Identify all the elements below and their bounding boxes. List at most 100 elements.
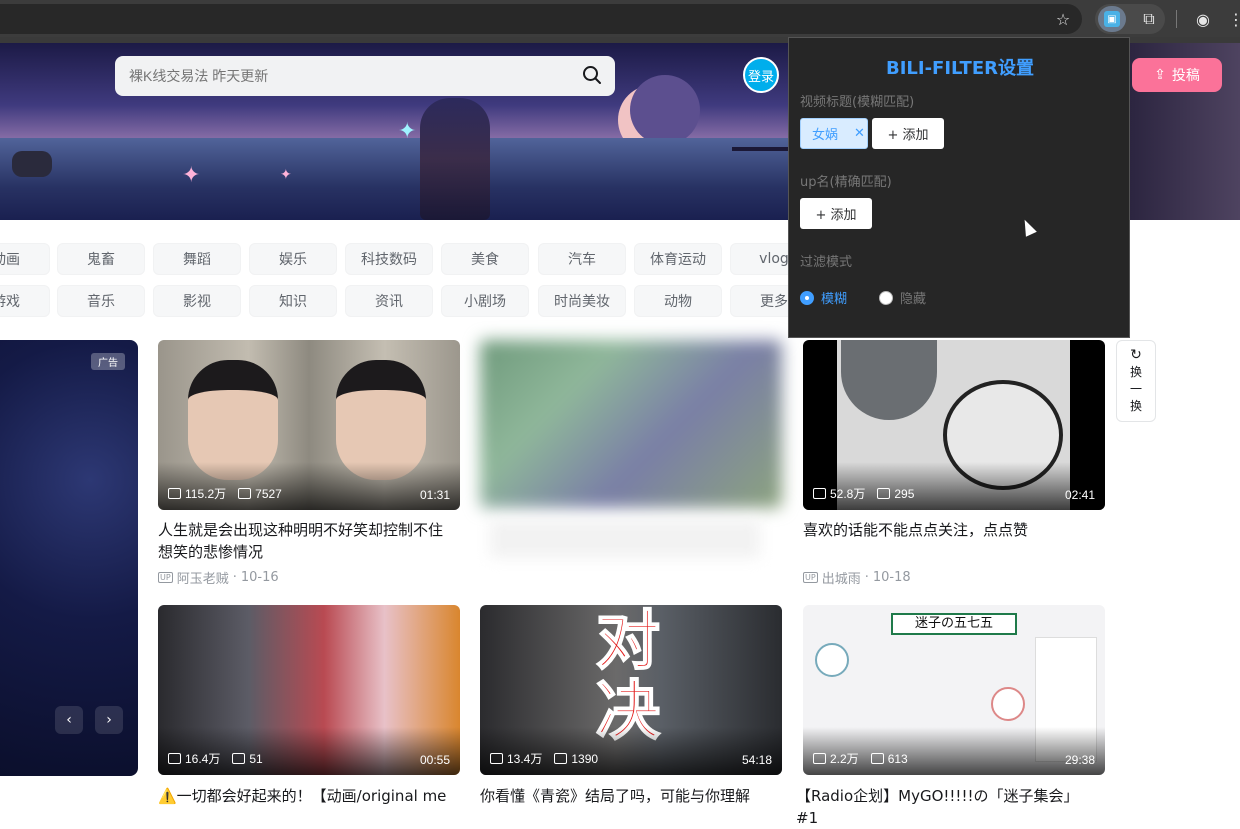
video-thumbnail[interactable]: 16.4万 51 00:55 <box>158 605 460 775</box>
category-chip[interactable]: 影视 <box>153 285 241 317</box>
category-chip[interactable]: 娱乐 <box>249 243 337 275</box>
danmaku-count: 613 <box>887 751 908 766</box>
danmaku-icon <box>554 752 568 764</box>
category-chip[interactable]: 小剧场 <box>441 285 529 317</box>
banner-character <box>420 98 490 220</box>
search-input[interactable] <box>129 65 569 87</box>
tag-label: 女娲 <box>812 128 839 143</box>
thumb-avatar <box>815 643 849 677</box>
meta-separator: · <box>864 570 869 585</box>
close-icon[interactable]: ✕ <box>854 126 865 141</box>
upload-label: 投稿 <box>1171 68 1200 84</box>
carousel-prev-button[interactable]: ‹ <box>55 706 83 734</box>
danmaku-count: 1390 <box>571 751 599 766</box>
category-chip[interactable]: 科技数码 <box>345 243 433 275</box>
video-stats: 115.2万 7527 <box>168 485 282 502</box>
category-chip[interactable]: 动物 <box>634 285 722 317</box>
radio-dot <box>800 290 814 305</box>
refresh-label: 换 <box>1129 365 1142 379</box>
up-name: 出城雨 <box>821 572 861 587</box>
danmaku-icon <box>877 487 891 499</box>
radio-label: 隐藏 <box>900 292 927 307</box>
mode-radio-fuzzy[interactable]: 模糊 <box>800 288 847 307</box>
category-chip[interactable]: 动画 <box>0 243 50 275</box>
profile-icon[interactable]: ◉ <box>1191 7 1215 31</box>
toolbar-divider <box>1176 10 1177 28</box>
thumb-avatar <box>991 687 1025 721</box>
play-count-icon <box>168 753 181 764</box>
video-thumbnail[interactable]: 52.8万 295 02:41 <box>803 340 1105 510</box>
bili-filter-popup: BILI-FILTER设置 视频标题(模糊匹配) 女娲 ✕ + 添加 up名(精… <box>788 37 1130 338</box>
category-chip[interactable]: 时尚美妆 <box>538 285 626 317</box>
refresh-label: 换 <box>1129 399 1142 413</box>
category-chip[interactable]: 音乐 <box>57 285 145 317</box>
refresh-feed-button[interactable]: ↻ 换 一 换 <box>1116 340 1156 422</box>
category-chip[interactable]: 美食 <box>441 243 529 275</box>
view-count: 52.8万 <box>830 487 866 501</box>
video-meta[interactable]: UP 阿玉老贼 · 10-16 <box>158 568 279 587</box>
view-count: 115.2万 <box>185 487 227 501</box>
meta-separator: · <box>232 570 237 585</box>
video-title[interactable]: 喜欢的话能不能点点关注，点点赞 <box>803 519 1093 541</box>
login-button[interactable]: 登录 <box>743 57 779 93</box>
up-icon: UP <box>803 572 818 583</box>
danmaku-icon <box>870 752 884 764</box>
category-chip[interactable]: 游戏 <box>0 285 50 317</box>
category-chip[interactable]: 鬼畜 <box>57 243 145 275</box>
danmaku-count: 51 <box>249 751 263 766</box>
upload-icon: ⇪ <box>1154 67 1166 83</box>
banner-pier <box>732 111 792 151</box>
upload-button[interactable]: ⇪ 投稿 <box>1132 58 1222 92</box>
view-count: 16.4万 <box>185 752 221 766</box>
danmaku-icon <box>232 752 246 764</box>
refresh-icon: ↻ <box>1130 347 1142 363</box>
address-bar[interactable] <box>0 4 1082 34</box>
popup-title: BILI-FILTER设置 <box>886 58 1034 79</box>
search-icon[interactable] <box>580 63 604 87</box>
upload-date: 10-18 <box>872 570 911 585</box>
browser-toolbar: ☆ ▣ ⧉ ◉ ⋮ <box>0 0 1240 37</box>
thumb-sign: 迷子の五七五 <box>891 613 1017 635</box>
star-icon[interactable]: ☆ <box>1051 7 1075 31</box>
mode-label: 过滤模式 <box>800 255 853 270</box>
filtered-video-thumbnail[interactable] <box>480 340 782 508</box>
filtered-video-title <box>490 520 760 558</box>
radio-label: 模糊 <box>821 292 848 307</box>
thumb-headline: 对决 <box>595 605 661 749</box>
video-stats: 16.4万 51 <box>168 750 263 767</box>
radio-dot <box>879 290 893 305</box>
carousel-next-button[interactable]: › <box>95 706 123 734</box>
more-icon[interactable]: ⋮ <box>1224 7 1240 31</box>
danmaku-count: 295 <box>894 486 915 501</box>
banner-dog <box>12 151 52 177</box>
category-chip[interactable]: 体育运动 <box>634 243 722 275</box>
refresh-label: 一 <box>1129 382 1142 396</box>
danmaku-icon <box>238 487 252 499</box>
category-chip[interactable]: 资讯 <box>345 285 433 317</box>
category-chip[interactable]: 舞蹈 <box>153 243 241 275</box>
banner-star-icon: ✦ <box>182 163 201 188</box>
banner-star-icon: ✦ <box>398 119 417 144</box>
category-chip[interactable]: 汽车 <box>538 243 626 275</box>
bili-filter-extension-icon[interactable]: ▣ <box>1098 6 1126 32</box>
mode-radio-hide[interactable]: 隐藏 <box>879 288 926 307</box>
video-title[interactable]: 【Radio企划】MyGO!!!!!の「迷子集会」#1 <box>796 785 1096 829</box>
search-box[interactable] <box>115 56 615 96</box>
up-icon: UP <box>158 572 173 583</box>
upload-date: 10-16 <box>240 570 279 585</box>
add-title-filter-button[interactable]: + 添加 <box>872 118 944 149</box>
video-title[interactable]: 你看懂《青瓷》结局了吗，可能与你理解 <box>480 785 770 807</box>
category-chip[interactable]: 知识 <box>249 285 337 317</box>
video-thumbnail[interactable]: 115.2万 7527 01:31 <box>158 340 460 510</box>
extensions-puzzle-icon[interactable]: ⧉ <box>1137 7 1161 31</box>
add-up-filter-button[interactable]: + 添加 <box>800 198 872 229</box>
video-stats: 13.4万 1390 <box>490 750 598 767</box>
video-duration: 02:41 <box>1064 488 1095 502</box>
video-title[interactable]: 人生就是会出现这种明明不好笑却控制不住想笑的悲惨情况 <box>158 519 448 563</box>
video-title[interactable]: ⚠️一切都会好起来的！【动画/original me <box>158 785 448 807</box>
danmaku-count: 7527 <box>255 486 282 501</box>
video-thumbnail[interactable]: 对决 13.4万 1390 54:18 <box>480 605 782 775</box>
title-filter-label: 视频标题(模糊匹配) <box>800 95 915 110</box>
video-thumbnail[interactable]: 迷子の五七五 2.2万 613 29:38 <box>803 605 1105 775</box>
video-meta[interactable]: UP 出城雨 · 10-18 <box>803 568 911 587</box>
